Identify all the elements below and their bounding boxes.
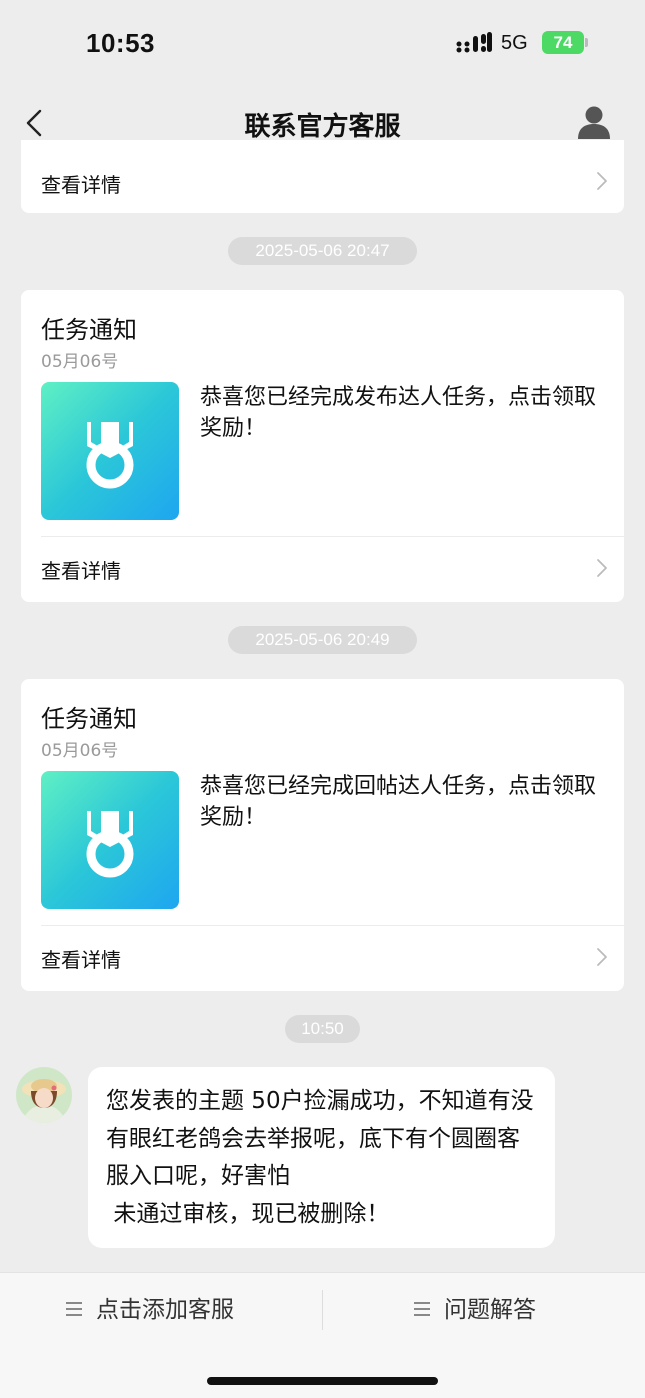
message-timestamp: 2025-05-06 20:49 [228,626,417,654]
faq-tab[interactable]: 问题解答 [414,1273,536,1347]
medal-thumbnail [41,771,179,909]
add-service-tab[interactable]: 点击添加客服 [66,1273,234,1347]
message-timestamp: 2025-05-06 20:47 [228,237,417,265]
card-message: 恭喜您已经完成发布达人任务，点击领取奖励！ [200,385,597,441]
view-details-link[interactable]: 查看详情 [41,169,121,198]
view-details-link[interactable]: 查看详情 [41,555,121,584]
chevron-right-icon [597,172,607,190]
chevron-right-icon [597,948,607,966]
network-type: 5G [501,32,528,54]
status-time: 10:53 [86,28,155,58]
status-bar: 10:53 5G 74 [0,0,645,90]
user-profile-icon[interactable] [576,104,612,140]
card-date: 05月06号 [41,352,119,372]
battery-level: 74 [553,33,573,52]
task-notification-card[interactable]: 任务通知 05月06号 恭喜您已经完成回帖达人任务，点击领取奖励！ 查看详情 [21,679,624,991]
message-timestamp: 10:50 [285,1015,360,1043]
tab-separator [322,1290,323,1330]
card-title: 任务通知 [41,705,137,733]
divider [41,536,624,537]
page-title: 联系官方客服 [244,112,401,142]
signal-icon [456,32,492,53]
menu-icon [66,1301,82,1316]
notification-card-previous[interactable]: 查看详情 [21,140,624,213]
medal-thumbnail [41,382,179,520]
card-date: 05月06号 [41,741,119,761]
menu-icon [414,1301,430,1316]
task-notification-card[interactable]: 任务通知 05月06号 恭喜您已经完成发布达人任务，点击领取奖励！ 查看详情 [21,290,624,602]
divider [41,925,624,926]
faq-label: 问题解答 [444,1297,536,1323]
battery-cap [585,38,588,47]
avatar-image [16,1067,72,1123]
card-message: 恭喜您已经完成回帖达人任务，点击领取奖励！ [200,774,597,830]
medal-icon [86,811,134,878]
battery-indicator: 74 [542,31,584,54]
card-title: 任务通知 [41,316,137,344]
medal-icon [86,422,134,489]
chevron-right-icon [597,559,607,577]
home-indicator [207,1377,438,1385]
chat-message-bubble: 您发表的主题 50户捡漏成功，不知道有没有眼红老鸽会去举报呢，底下有个圆圈客服入… [88,1067,555,1248]
add-service-label: 点击添加客服 [96,1297,234,1323]
view-details-link[interactable]: 查看详情 [41,944,121,973]
agent-avatar[interactable] [16,1067,72,1123]
